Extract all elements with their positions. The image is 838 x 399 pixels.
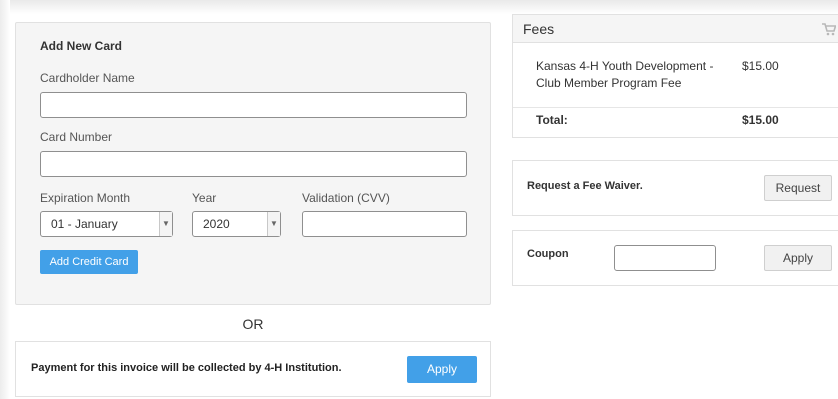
coupon-label: Coupon xyxy=(527,248,569,260)
fee-total-label: Total: xyxy=(536,113,568,127)
invoice-apply-button[interactable]: Apply xyxy=(407,356,477,383)
fee-item-name-line2: Club Member Program Fee xyxy=(536,76,682,90)
card-number-label: Card Number xyxy=(40,130,113,144)
exp-month-select[interactable]: 01 - January ▼ xyxy=(40,211,173,237)
coupon-panel: Coupon Apply xyxy=(512,230,838,286)
fee-item-name-line1: Kansas 4-H Youth Development - xyxy=(536,59,714,73)
year-label: Year xyxy=(192,191,217,205)
fee-item-amount: $15.00 xyxy=(742,59,779,73)
cardholder-input[interactable] xyxy=(40,92,467,118)
top-shadow xyxy=(0,0,838,14)
shopping-cart-icon xyxy=(822,23,837,41)
or-separator: OR xyxy=(242,316,264,332)
chevron-down-icon: ▼ xyxy=(159,212,172,236)
add-credit-card-button[interactable]: Add Credit Card xyxy=(40,250,138,274)
coupon-input[interactable] xyxy=(614,245,716,271)
year-select[interactable]: 2020 ▼ xyxy=(192,211,281,237)
request-waiver-button[interactable]: Request xyxy=(764,175,832,201)
invoice-payment-text: Payment for this invoice will be collect… xyxy=(31,362,342,374)
fees-header: Fees xyxy=(513,15,838,43)
cvv-label: Validation (CVV) xyxy=(302,191,390,205)
cvv-input[interactable] xyxy=(302,211,467,237)
add-card-title: Add New Card xyxy=(40,39,123,53)
fee-waiver-label: Request a Fee Waiver. xyxy=(527,180,643,192)
fees-panel: Fees Kansas 4-H Youth Development - Club… xyxy=(512,14,838,138)
cardholder-label: Cardholder Name xyxy=(40,71,135,85)
card-number-input[interactable] xyxy=(40,151,467,177)
fee-divider xyxy=(513,107,838,108)
chevron-down-icon: ▼ xyxy=(267,212,280,236)
fees-title: Fees xyxy=(523,21,555,37)
left-shadow xyxy=(0,0,10,399)
year-value: 2020 xyxy=(203,217,230,231)
invoice-panel: Payment for this invoice will be collect… xyxy=(15,341,491,397)
add-card-panel: Add New Card Cardholder Name Card Number… xyxy=(15,22,491,305)
coupon-apply-button[interactable]: Apply xyxy=(764,245,832,271)
fee-total-amount: $15.00 xyxy=(742,113,779,127)
fee-waiver-panel: Request a Fee Waiver. Request xyxy=(512,160,838,216)
exp-month-value: 01 - January xyxy=(51,217,118,231)
exp-month-label: Expiration Month xyxy=(40,191,131,205)
